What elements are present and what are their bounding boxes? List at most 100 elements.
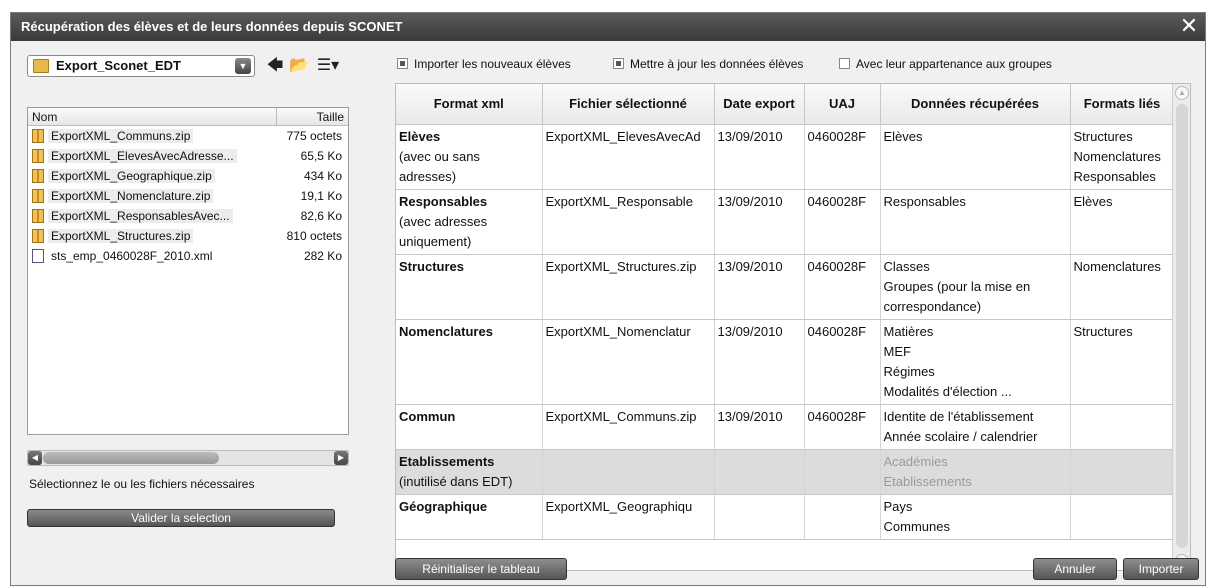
format-name: Structures [399, 258, 465, 274]
uaj-cell: 0460028F [804, 124, 881, 190]
zip-file-icon [32, 189, 44, 203]
file-size: 19,1 Ko [300, 189, 342, 203]
scroll-thumb[interactable] [43, 452, 219, 464]
format-note: uniquement) [399, 233, 472, 249]
data-item: Pays [883, 498, 913, 514]
linked-cell: Structures Nomenclatures Responsables [1070, 124, 1175, 190]
data-item: Matières [883, 323, 934, 339]
update-data-checkbox[interactable]: Mettre à jour les données élèves [613, 57, 803, 71]
format-cell: Géographique [396, 494, 543, 540]
linked-cell [1070, 494, 1175, 540]
file-cell[interactable]: ExportXML_Responsable [542, 189, 715, 255]
table-row[interactable]: Elèves (avec ou sans adresses) ExportXML_El… [396, 124, 1175, 190]
file-row[interactable]: ExportXML_ElevesAvecAdresse... 65,5 Ko [28, 146, 348, 166]
folder-select[interactable]: Export_Sconet_EDT ▼ [27, 55, 255, 77]
data-item: Communes [883, 518, 950, 534]
data-item: Classes [883, 258, 930, 274]
format-cell: Commun [396, 404, 543, 450]
chevron-down-icon[interactable]: ▼ [235, 58, 251, 74]
column-header: Date export [714, 84, 805, 125]
data-item: Groupes (pour la mise en [883, 278, 1031, 294]
table-row[interactable]: Géographique ExportXML_Geographiqu Pays Com… [396, 494, 1175, 540]
scroll-up-icon[interactable]: ▲ [1175, 86, 1189, 100]
checkbox-icon[interactable] [397, 58, 408, 69]
formats-table: Format xml Fichier sélectionné Date export… [395, 83, 1191, 571]
file-row[interactable]: ExportXML_Geographique.zip 434 Ko [28, 166, 348, 186]
back-arrow-icon[interactable]: 🡄 [265, 56, 285, 76]
file-row[interactable]: ExportXML_ResponsablesAvec... 82,6 Ko [28, 206, 348, 226]
browser-toolbar: Export_Sconet_EDT ▼ 🡄 📂 ☰▾ [27, 55, 347, 79]
file-name: ExportXML_Communs.zip [48, 129, 194, 143]
zip-file-icon [32, 229, 44, 243]
uaj-cell: 0460028F [804, 319, 881, 405]
file-cell[interactable]: ExportXML_Communs.zip [542, 404, 715, 450]
close-icon[interactable]: ✕ [1177, 14, 1201, 38]
data-cell: Responsables [880, 189, 1071, 255]
file-list[interactable]: Nom Taille ExportXML_Communs.zip 775 octe… [27, 107, 349, 435]
format-name: Elèves [399, 128, 441, 144]
linked-cell: Elèves [1070, 189, 1175, 255]
file-cell[interactable] [542, 449, 715, 495]
data-cell: Identite de l'établissement Année scolair… [880, 404, 1071, 450]
format-cell: Structures [396, 254, 543, 320]
checkbox-icon[interactable] [839, 58, 850, 69]
linked-cell: Structures [1070, 319, 1175, 405]
import-dialog: Récupération des élèves et de leurs donn… [10, 12, 1206, 586]
linked-format: Responsables [1073, 168, 1156, 184]
file-size: 775 octets [286, 129, 342, 143]
file-size: 434 Ko [303, 169, 342, 183]
format-cell: Nomenclatures [396, 319, 543, 405]
file-size: 82,6 Ko [300, 209, 342, 223]
data-cell: Pays Communes [880, 494, 1071, 540]
checkbox-icon[interactable] [613, 58, 624, 69]
column-name[interactable]: Nom [32, 110, 57, 124]
format-note: (avec adresses [399, 213, 488, 229]
scroll-left-icon[interactable]: ◀ [28, 451, 42, 465]
vertical-scrollbar[interactable]: ▲ ▼ [1172, 84, 1190, 570]
format-name: Géographique [399, 498, 488, 514]
uaj-cell [804, 494, 881, 540]
data-cell: Académies Etablissements [880, 449, 1071, 495]
column-header: Données récupérées [880, 84, 1071, 125]
file-row[interactable]: ExportXML_Structures.zip 810 octets [28, 226, 348, 246]
import-button[interactable]: Importer [1123, 558, 1199, 580]
data-item: Elèves [883, 128, 923, 144]
validate-selection-button[interactable]: Valider la selection [27, 509, 335, 527]
file-cell[interactable]: ExportXML_ElevesAvecAd [542, 124, 715, 190]
table-row[interactable]: Structures ExportXML_Structures.zip 13/09/… [396, 254, 1175, 320]
table-row[interactable]: Etablissements (inutilisé dans EDT) Académ… [396, 449, 1175, 495]
horizontal-scrollbar[interactable]: ◀ ▶ [27, 450, 349, 466]
format-note: adresses) [399, 168, 457, 184]
view-menu-icon[interactable]: ☰▾ [315, 56, 341, 76]
file-cell[interactable]: ExportXML_Structures.zip [542, 254, 715, 320]
import-new-checkbox[interactable]: Importer les nouveaux élèves [397, 57, 571, 71]
linked-cell [1070, 449, 1175, 495]
linked-format: Structures [1073, 323, 1133, 339]
format-cell: Responsables (avec adresses uniquement) [396, 189, 543, 255]
cancel-button[interactable]: Annuler [1033, 558, 1117, 580]
selection-hint: Sélectionnez le ou les fichiers nécessai… [29, 477, 255, 491]
data-item: Régimes [883, 363, 935, 379]
reset-table-button[interactable]: Réinitialiser le tableau [395, 558, 567, 580]
column-size[interactable]: Taille [317, 110, 344, 124]
file-browser: Export_Sconet_EDT ▼ 🡄 📂 ☰▾ Nom Taille Ex… [27, 55, 349, 527]
file-row[interactable]: ExportXML_Nomenclature.zip 19,1 Ko [28, 186, 348, 206]
date-cell: 13/09/2010 [714, 404, 805, 450]
xml-file-icon [32, 249, 44, 263]
date-cell: 13/09/2010 [714, 124, 805, 190]
table-row[interactable]: Nomenclatures ExportXML_Nomenclatur 13/09/… [396, 319, 1175, 405]
file-cell[interactable]: ExportXML_Geographiqu [542, 494, 715, 540]
scroll-right-icon[interactable]: ▶ [334, 451, 348, 465]
table-row[interactable]: Commun ExportXML_Communs.zip 13/09/2010 046… [396, 404, 1175, 450]
file-row[interactable]: sts_emp_0460028F_2010.xml 282 Ko [28, 246, 348, 266]
table-row[interactable]: Responsables (avec adresses uniquement) Exp… [396, 189, 1175, 255]
scroll-thumb[interactable] [1176, 104, 1188, 548]
up-folder-icon[interactable]: 📂 [289, 56, 309, 76]
groups-checkbox[interactable]: Avec leur appartenance aux groupes [839, 57, 1052, 71]
file-name: ExportXML_Structures.zip [48, 229, 194, 243]
column-header: Format xml [396, 84, 543, 125]
data-item: Académies [883, 453, 948, 469]
file-cell[interactable]: ExportXML_Nomenclatur [542, 319, 715, 405]
file-size: 810 octets [286, 229, 342, 243]
file-row[interactable]: ExportXML_Communs.zip 775 octets [28, 126, 348, 146]
